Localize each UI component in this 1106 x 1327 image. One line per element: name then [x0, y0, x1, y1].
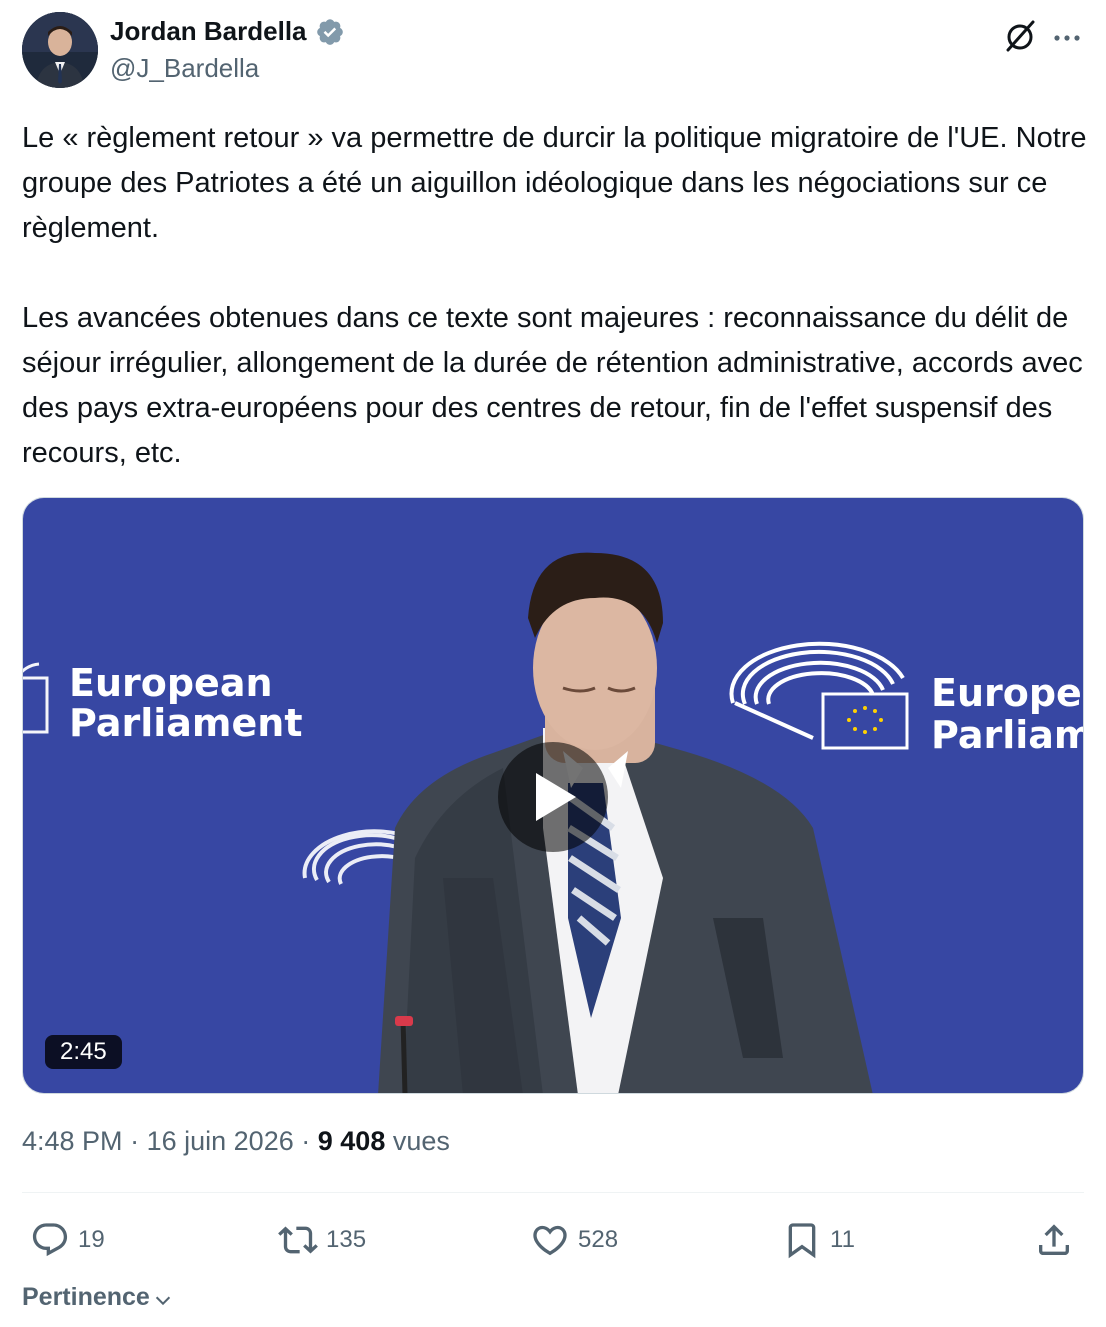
bg-text-parliament-left: Parliament: [69, 701, 303, 745]
bookmark-count: 11: [830, 1226, 855, 1253]
play-icon: [536, 773, 576, 821]
chevron-down-icon: [155, 1296, 170, 1305]
bookmark-button[interactable]: 11: [782, 1216, 855, 1264]
bookmark-icon: [788, 1223, 816, 1259]
tweet-date[interactable]: 16 juin 2026: [147, 1126, 294, 1156]
bg-text-european-left: European: [69, 661, 273, 705]
reply-button[interactable]: 19: [30, 1216, 105, 1264]
tweet-paragraph: Les avancées obtenues dans ce texte sont…: [22, 302, 1083, 469]
video-duration: 2:45: [45, 1035, 122, 1069]
bg-text-parliament-right: Parliam: [931, 713, 1084, 757]
views-label: vues: [392, 1126, 450, 1156]
meta-separator: ·: [301, 1126, 311, 1156]
tweet-paragraph: Le « règlement retour » va permettre de …: [22, 122, 1087, 244]
verified-badge-icon: [317, 18, 343, 45]
like-button[interactable]: 528: [530, 1216, 618, 1264]
reply-count: 19: [78, 1226, 105, 1253]
meta-separator: ·: [130, 1126, 140, 1156]
play-button[interactable]: [498, 742, 608, 852]
tweet-meta: 4:48 PM · 16 juin 2026 · 9 408 vues: [22, 1126, 450, 1157]
author-handle[interactable]: @J_Bardella: [110, 53, 345, 84]
divider: [22, 1192, 1084, 1193]
repost-button[interactable]: 135: [278, 1216, 366, 1264]
like-count: 528: [578, 1226, 619, 1253]
repost-count: 135: [326, 1226, 367, 1253]
share-button[interactable]: [1034, 1216, 1074, 1264]
more-icon[interactable]: [1050, 20, 1084, 54]
repost-icon: [278, 1226, 318, 1254]
share-icon: [1039, 1224, 1069, 1255]
grok-icon[interactable]: [1002, 18, 1038, 54]
sort-dropdown[interactable]: Pertinence: [22, 1283, 174, 1312]
reply-icon: [32, 1223, 68, 1257]
avatar[interactable]: [22, 12, 98, 88]
sort-label: Pertinence: [22, 1283, 150, 1311]
tweet-time[interactable]: 4:48 PM: [22, 1126, 123, 1156]
views-count: 9 408: [317, 1126, 386, 1156]
tweet-header: Jordan Bardella @J_Bardella: [22, 12, 1084, 92]
author-display-name[interactable]: Jordan Bardella: [110, 16, 307, 47]
tweet-text: Le « règlement retour » va permettre de …: [22, 116, 1092, 476]
action-bar: 19 135 528 11: [22, 1210, 1084, 1270]
like-icon: [533, 1225, 567, 1256]
bg-text-european-right: Europe: [931, 671, 1082, 715]
video-player[interactable]: European Parliament Europe Parliam 2:45: [22, 497, 1084, 1094]
